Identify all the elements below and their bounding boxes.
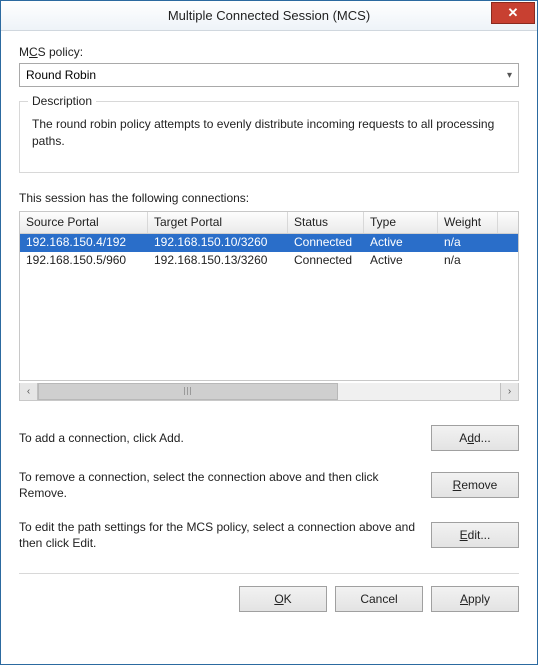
add-text: To add a connection, click Add. bbox=[19, 430, 431, 446]
close-button[interactable]: ✕ bbox=[491, 2, 535, 24]
table-cell: Connected bbox=[288, 252, 364, 270]
table-cell: Active bbox=[364, 252, 438, 270]
edit-button[interactable]: Edit... bbox=[431, 522, 519, 548]
col-status[interactable]: Status bbox=[288, 212, 364, 233]
description-legend: Description bbox=[28, 94, 96, 108]
col-type[interactable]: Type bbox=[364, 212, 438, 233]
cancel-button[interactable]: Cancel bbox=[335, 586, 423, 612]
policy-dropdown[interactable]: Round Robin ▾ bbox=[19, 63, 519, 87]
remove-button[interactable]: Remove bbox=[431, 472, 519, 498]
policy-label: MCS policy: bbox=[19, 45, 519, 59]
table-cell: 192.168.150.5/960 bbox=[20, 252, 148, 270]
window-title: Multiple Connected Session (MCS) bbox=[1, 8, 537, 23]
col-target-portal[interactable]: Target Portal bbox=[148, 212, 288, 233]
apply-button[interactable]: Apply bbox=[431, 586, 519, 612]
scroll-right-button[interactable]: › bbox=[500, 383, 518, 400]
col-source-portal[interactable]: Source Portal bbox=[20, 212, 148, 233]
remove-row: To remove a connection, select the conne… bbox=[19, 469, 519, 501]
table-cell: 192.168.150.4/192 bbox=[20, 234, 148, 252]
edit-text: To edit the path settings for the MCS po… bbox=[19, 519, 431, 551]
description-group: Description The round robin policy attem… bbox=[19, 101, 519, 173]
add-button[interactable]: Add... bbox=[431, 425, 519, 451]
content-area: MCS policy: Round Robin ▾ Description Th… bbox=[1, 31, 537, 664]
table-cell: Connected bbox=[288, 234, 364, 252]
table-cell: Active bbox=[364, 234, 438, 252]
connections-header: Source Portal Target Portal Status Type … bbox=[20, 212, 518, 234]
remove-text: To remove a connection, select the conne… bbox=[19, 469, 431, 501]
table-cell: n/a bbox=[438, 234, 498, 252]
connections-body: 192.168.150.4/192192.168.150.10/3260Conn… bbox=[20, 234, 518, 380]
ok-button[interactable]: OK bbox=[239, 586, 327, 612]
table-row[interactable]: 192.168.150.5/960192.168.150.13/3260Conn… bbox=[20, 252, 518, 270]
horizontal-scrollbar[interactable]: ‹ › bbox=[19, 383, 519, 401]
scroll-thumb[interactable] bbox=[38, 383, 338, 400]
table-cell: 192.168.150.10/3260 bbox=[148, 234, 288, 252]
chevron-down-icon: ▾ bbox=[507, 70, 512, 81]
dialog-window: Multiple Connected Session (MCS) ✕ MCS p… bbox=[0, 0, 538, 665]
add-row: To add a connection, click Add. Add... bbox=[19, 425, 519, 451]
description-text: The round robin policy attempts to evenl… bbox=[32, 116, 506, 150]
edit-row: To edit the path settings for the MCS po… bbox=[19, 519, 519, 551]
col-weight[interactable]: Weight bbox=[438, 212, 498, 233]
grip-icon bbox=[184, 387, 192, 395]
scroll-track[interactable] bbox=[38, 383, 500, 400]
titlebar: Multiple Connected Session (MCS) ✕ bbox=[1, 1, 537, 31]
policy-dropdown-value: Round Robin bbox=[26, 68, 507, 82]
table-cell: n/a bbox=[438, 252, 498, 270]
scroll-left-button[interactable]: ‹ bbox=[20, 383, 38, 400]
table-row[interactable]: 192.168.150.4/192192.168.150.10/3260Conn… bbox=[20, 234, 518, 252]
table-cell: 192.168.150.13/3260 bbox=[148, 252, 288, 270]
connections-label: This session has the following connectio… bbox=[19, 191, 519, 205]
separator bbox=[19, 573, 519, 574]
connections-list[interactable]: Source Portal Target Portal Status Type … bbox=[19, 211, 519, 381]
close-icon: ✕ bbox=[508, 5, 519, 21]
footer-buttons: OK Cancel Apply bbox=[19, 586, 519, 620]
